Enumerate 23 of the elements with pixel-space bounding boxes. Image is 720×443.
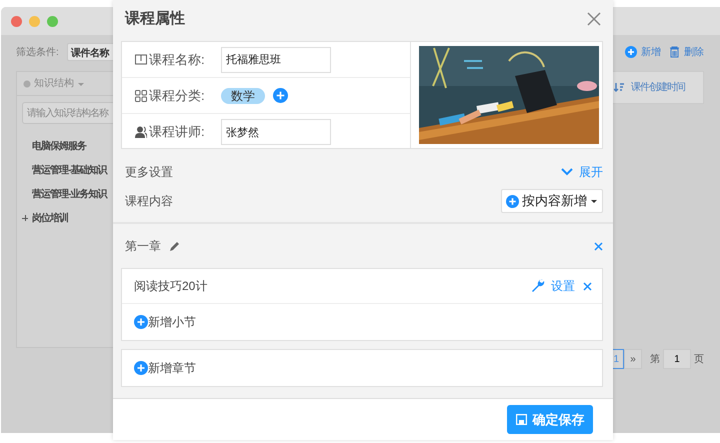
field-label: 课程讲师: bbox=[149, 123, 206, 142]
text-field[interactable]: 张梦然 bbox=[221, 119, 331, 145]
next-page-button[interactable]: » bbox=[624, 349, 642, 369]
page-input[interactable]: 1 bbox=[663, 349, 691, 369]
category-tag[interactable]: 数学 bbox=[221, 88, 265, 104]
tree-item[interactable]: 岗位培训 bbox=[32, 210, 68, 226]
tree-item[interactable]: 营运管理-业务知识 bbox=[32, 186, 106, 202]
section-label: 更多设置 bbox=[125, 164, 173, 181]
field-label: 课程分类: bbox=[149, 86, 206, 105]
add-lesson-button[interactable]: 新增小节 bbox=[134, 313, 196, 331]
page-label: 页 bbox=[694, 352, 704, 366]
chapter-title: 第一章 bbox=[125, 238, 161, 255]
tree-item[interactable]: 电脑保姆服务 bbox=[32, 138, 86, 154]
add-content-dropdown[interactable]: 按内容新增 bbox=[501, 189, 603, 213]
text-field[interactable]: 托福雅思班 bbox=[221, 46, 331, 72]
lesson-title: 阅读技巧20计 bbox=[134, 278, 208, 295]
dialog-title: 课程属性 bbox=[125, 8, 185, 29]
field-label: 课程名称: bbox=[149, 50, 206, 69]
section-label: 课程内容 bbox=[125, 193, 173, 210]
add-chapter-button[interactable]: 新增章节 bbox=[134, 359, 196, 377]
filter-label: 筛选条件: bbox=[16, 46, 59, 60]
tree-item[interactable]: 营运管理-基础知识 bbox=[32, 162, 106, 178]
page-label: 第 bbox=[650, 352, 660, 366]
